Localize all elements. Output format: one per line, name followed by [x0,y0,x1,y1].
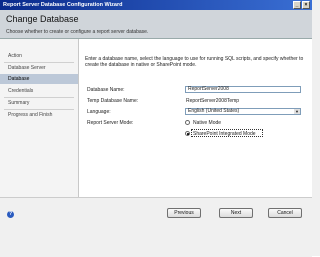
minimize-icon[interactable]: _ [293,1,301,9]
page-subtitle: Choose whether to create or configure a … [6,29,149,35]
temp-database-name-label: Temp Database Name: [87,98,139,104]
sharepoint-mode-radio[interactable] [185,131,190,136]
cancel-button[interactable]: Cancel [268,208,302,218]
sidebar-item-credentials[interactable]: Credentials [0,86,78,96]
sidebar-item-database[interactable]: Database [0,74,78,84]
intro-text: Enter a database name, select the langua… [85,56,304,68]
wizard-footer: ? Previous Next Cancel [0,197,312,257]
sidebar-item-progress-and-finish[interactable]: Progress and Finish [0,110,78,120]
language-value: English (United States) [188,108,240,114]
help-icon[interactable]: ? [7,211,14,218]
previous-button[interactable]: Previous [167,208,201,218]
page-title: Change Database [6,14,79,24]
native-mode-radio[interactable] [185,120,190,125]
next-button[interactable]: Next [219,208,253,218]
close-icon[interactable]: × [302,1,310,9]
sidebar-item-action[interactable]: Action [0,51,78,61]
database-name-label: Database Name: [87,87,125,93]
title-bar: Report Server Database Configuration Wiz… [0,0,312,10]
wizard-steps-sidebar: Action Database Server Database Credenti… [0,39,79,197]
wizard-window: Report Server Database Configuration Wiz… [0,0,320,257]
sidebar-item-database-server[interactable]: Database Server [0,63,78,73]
language-label: Language: [87,109,111,115]
language-select[interactable]: English (United States) ▼ [185,108,301,115]
page-header: Change Database Choose whether to create… [0,10,312,39]
native-mode-label[interactable]: Native Mode [193,120,221,126]
temp-database-name-value: ReportServer2008Temp [186,98,240,104]
chevron-down-icon[interactable]: ▼ [294,109,300,114]
report-server-mode-label: Report Server Mode: [87,120,134,126]
database-name-input[interactable]: ReportServer2008 [185,86,301,93]
window-title: Report Server Database Configuration Wiz… [3,2,123,8]
window-edge [312,0,320,256]
main-panel: Enter a database name, select the langua… [79,39,312,197]
sidebar-item-summary[interactable]: Summary [0,98,78,108]
focus-rectangle [191,129,263,137]
database-name-value: ReportServer2008 [188,86,229,92]
